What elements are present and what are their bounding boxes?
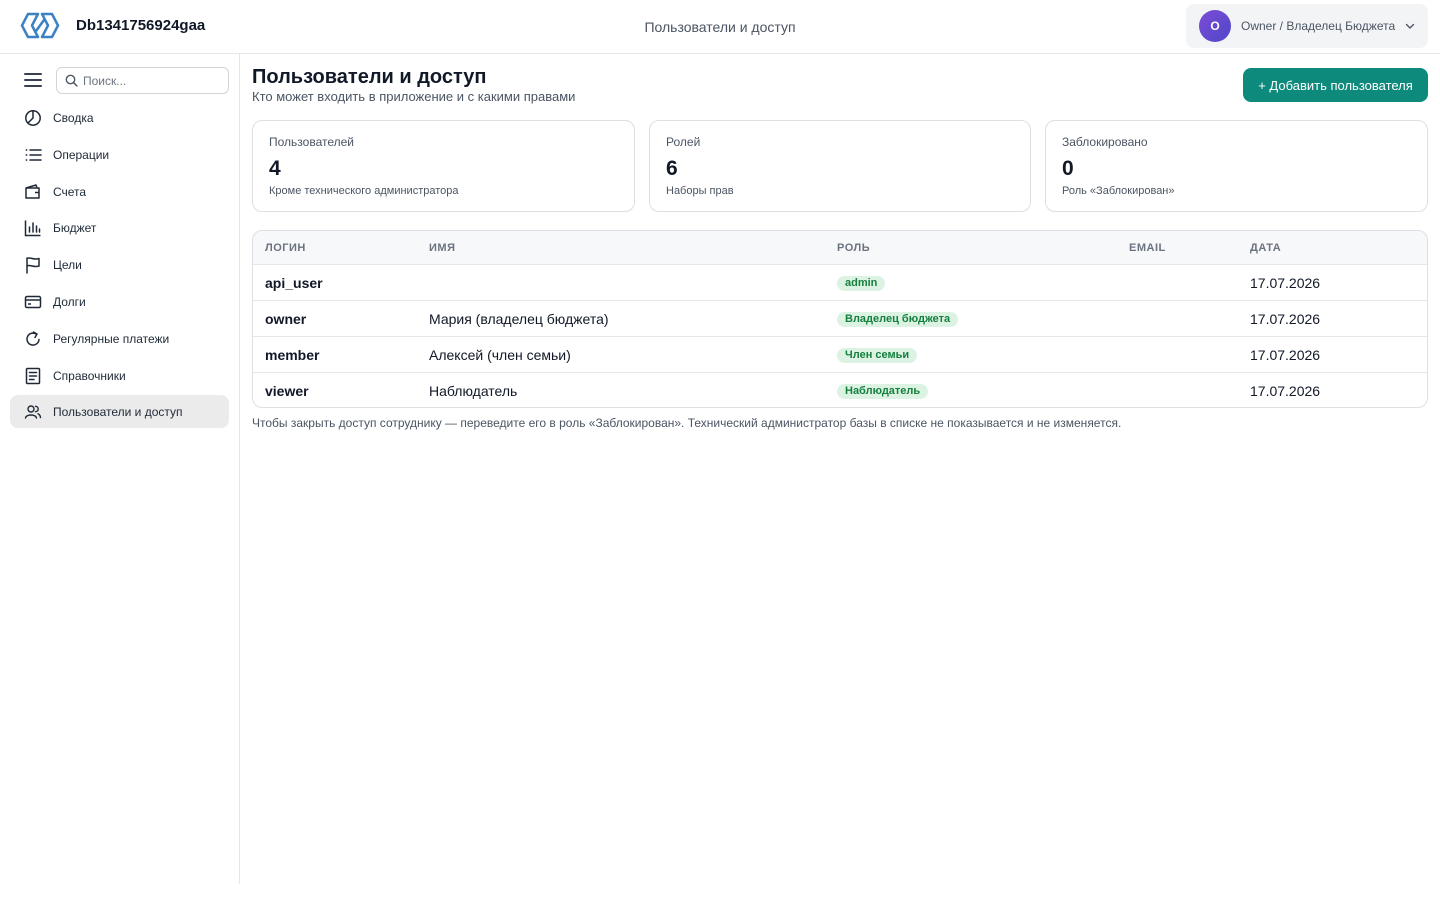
sidebar-item-summary[interactable]: Сводка — [10, 101, 229, 134]
stat-label: Пользователей — [269, 135, 354, 149]
book-icon — [25, 367, 41, 384]
sidebar-item-label: Справочники — [53, 368, 126, 383]
cell-name: Мария (владелец бюджета) — [429, 311, 609, 327]
sidebar-item-label: Долги — [53, 294, 86, 309]
stat-label: Заблокировано — [1062, 135, 1148, 149]
stat-note: Наборы прав — [666, 185, 734, 197]
sidebar-item-accounts[interactable]: Счета — [10, 175, 229, 208]
sidebar-item-references[interactable]: Справочники — [10, 359, 229, 392]
sidebar: Сводка Операции Счета Бюджет — [0, 54, 240, 884]
search-box[interactable] — [56, 67, 229, 94]
cell-name: Наблюдатель — [429, 383, 518, 399]
sidebar-item-operations[interactable]: Операции — [10, 138, 229, 171]
stats-cards: Пользователей 4 Кроме технического админ… — [252, 120, 1428, 212]
column-header-login[interactable]: Логин — [265, 242, 306, 254]
search-input[interactable] — [83, 72, 223, 90]
sidebar-nav: Сводка Операции Счета Бюджет Цели Долги … — [10, 101, 229, 432]
flag-icon — [26, 257, 40, 274]
cell-date: 17.07.2026 — [1250, 275, 1321, 291]
main-content: Пользователи и доступ Кто может входить … — [240, 54, 1440, 884]
sidebar-item-recurring[interactable]: Регулярные платежи — [10, 322, 229, 355]
cell-login: member — [265, 347, 320, 363]
cell-name: Алексей (член семьи) — [429, 347, 571, 363]
sidebar-item-label: Счета — [53, 184, 87, 199]
stat-label: Ролей — [666, 135, 701, 149]
stat-value: 6 — [666, 157, 678, 180]
cell-login: owner — [265, 311, 307, 327]
menu-toggle-icon[interactable] — [24, 73, 42, 87]
app-logo-icon[interactable] — [19, 11, 61, 40]
stat-note: Роль «Заблокирован» — [1062, 185, 1175, 197]
app-title: Db1341756924gaa — [76, 17, 206, 34]
role-badge: admin — [837, 276, 886, 291]
table-row[interactable]: viewer Наблюдатель Наблюдатель 17.07.202… — [253, 373, 1427, 407]
column-header-role[interactable]: Роль — [837, 242, 870, 254]
cell-date: 17.07.2026 — [1250, 347, 1321, 363]
cell-date: 17.07.2026 — [1250, 383, 1321, 399]
sidebar-item-label: Пользователи и доступ — [53, 405, 183, 420]
chevron-down-icon — [1405, 23, 1415, 29]
sidebar-item-label: Цели — [53, 258, 82, 273]
sidebar-item-label: Бюджет — [53, 221, 97, 236]
table-row[interactable]: api_user admin 17.07.2026 — [253, 265, 1427, 301]
sidebar-item-users[interactable]: Пользователи и доступ — [10, 395, 229, 429]
table-header: Логин Имя Роль Email Дата — [253, 231, 1427, 265]
users-table: Логин Имя Роль Email Дата api_user admin… — [252, 230, 1428, 408]
stat-note: Кроме технического администратора — [269, 185, 459, 197]
cell-login: viewer — [265, 383, 309, 399]
sidebar-item-label: Регулярные платежи — [53, 331, 170, 346]
column-header-name[interactable]: Имя — [429, 242, 455, 254]
credit-card-icon — [24, 295, 42, 309]
stat-value: 0 — [1062, 157, 1074, 180]
user-name: Owner / Владелец Бюджета — [1241, 19, 1396, 33]
users-icon — [24, 405, 42, 420]
sidebar-item-label: Операции — [53, 147, 110, 162]
role-badge: Наблюдатель — [837, 384, 929, 399]
cell-date: 17.07.2026 — [1250, 311, 1321, 327]
column-header-email[interactable]: Email — [1129, 242, 1166, 254]
refresh-icon — [26, 331, 40, 346]
role-badge: Член семьи — [837, 348, 918, 363]
bar-chart-icon — [24, 220, 41, 237]
sidebar-item-debts[interactable]: Долги — [10, 285, 229, 318]
top-bar: Db1341756924gaa Пользователи и доступ O … — [0, 0, 1440, 54]
wallet-icon — [25, 183, 40, 199]
search-icon — [65, 74, 78, 87]
pie-chart-icon — [25, 110, 41, 126]
stat-value: 4 — [269, 157, 281, 180]
user-menu[interactable]: O Owner / Владелец Бюджета — [1186, 4, 1428, 48]
stat-card-roles: Ролей 6 Наборы прав — [649, 120, 1031, 212]
cell-login: api_user — [265, 275, 323, 291]
table-row[interactable]: owner Мария (владелец бюджета) Владелец … — [253, 301, 1427, 337]
sidebar-item-label: Сводка — [53, 111, 94, 125]
page-title: Пользователи и доступ — [252, 66, 487, 88]
stat-card-users: Пользователей 4 Кроме технического админ… — [252, 120, 635, 212]
avatar: O — [1199, 10, 1231, 42]
add-user-button[interactable]: + Добавить пользователя — [1243, 68, 1428, 102]
sidebar-item-budget[interactable]: Бюджет — [10, 211, 229, 244]
access-footnote: Чтобы закрыть доступ сотруднику — переве… — [252, 416, 1122, 430]
list-icon — [25, 148, 42, 161]
column-header-date[interactable]: Дата — [1250, 242, 1281, 254]
stat-card-blocked: Заблокировано 0 Роль «Заблокирован» — [1045, 120, 1428, 212]
sidebar-item-goals[interactable]: Цели — [10, 248, 229, 281]
page-subtitle: Кто может входить в приложение и с каким… — [252, 89, 576, 104]
role-badge: Владелец бюджета — [837, 312, 959, 327]
table-row[interactable]: member Алексей (член семьи) Член семьи 1… — [253, 337, 1427, 373]
